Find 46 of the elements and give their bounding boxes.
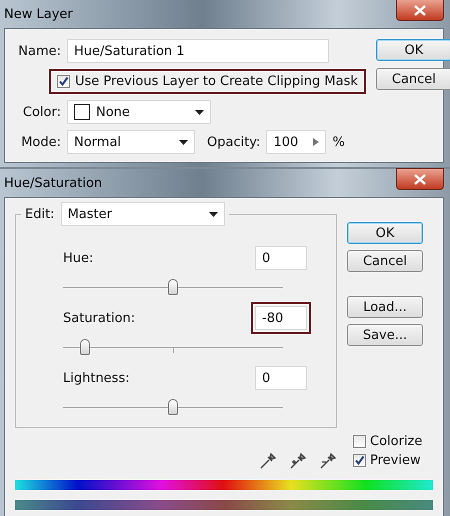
dialog-button[interactable]: OK <box>347 222 423 244</box>
field-label: Mode: <box>20 134 61 150</box>
close-icon <box>414 174 426 184</box>
eyedropper-icon[interactable] <box>319 452 337 470</box>
window-title: Hue/Saturation <box>4 176 102 190</box>
caret-icon <box>195 110 204 114</box>
close-button[interactable] <box>396 0 444 21</box>
field-label: Name: <box>17 44 61 58</box>
slider-label: Saturation: <box>63 310 136 326</box>
value-field[interactable]: 0 <box>255 366 307 390</box>
close-button[interactable] <box>396 168 444 190</box>
name-field[interactable]: Hue/Saturation 1 <box>67 39 329 63</box>
unit-label: % <box>332 134 345 150</box>
arrow-icon[interactable] <box>313 138 320 146</box>
caret-icon <box>179 140 188 144</box>
window-title: New Layer <box>4 6 73 22</box>
dialog-button[interactable]: Cancel <box>376 68 450 90</box>
field-label: Color: <box>22 104 61 120</box>
slider-label: Lightness: <box>63 370 130 386</box>
checkbox-label: Use Previous Layer to Create Clipping Mask <box>75 74 358 89</box>
slider-label: Hue: <box>63 250 94 266</box>
dialog-button[interactable]: Load... <box>347 296 423 318</box>
slider-thumb[interactable] <box>80 339 90 355</box>
checkbox[interactable] <box>57 75 70 88</box>
close-icon <box>414 4 426 16</box>
checkbox-label: Preview <box>370 453 421 468</box>
dialog-button[interactable]: Save... <box>347 324 423 346</box>
checkbox[interactable] <box>353 454 366 467</box>
mode-dropdown[interactable]: Normal <box>67 130 195 154</box>
field-label: Opacity: <box>207 134 260 150</box>
edit-dropdown[interactable]: Master <box>60 202 225 226</box>
value-field[interactable]: -80 <box>255 306 307 330</box>
slider-thumb[interactable] <box>168 399 178 415</box>
eyedropper-icon[interactable] <box>289 452 307 470</box>
dialog-button[interactable]: OK <box>376 39 450 61</box>
slider-thumb[interactable] <box>168 279 178 295</box>
dialog-button[interactable]: Cancel <box>347 250 423 272</box>
color-swatch-icon <box>74 104 90 120</box>
checkbox-label: Colorize <box>370 434 422 449</box>
color-dropdown[interactable]: None <box>67 100 211 124</box>
value-field[interactable]: 0 <box>255 246 307 270</box>
caret-icon <box>208 212 218 216</box>
eyedropper-icon[interactable] <box>259 452 277 470</box>
checkbox[interactable] <box>353 435 366 448</box>
opacity-field[interactable]: 100 <box>266 130 326 154</box>
field-label: Edit: <box>25 206 55 222</box>
